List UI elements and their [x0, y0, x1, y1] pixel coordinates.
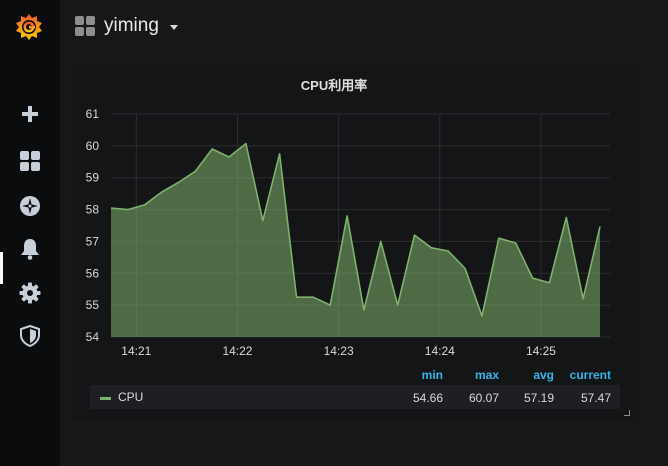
legend-header-avg[interactable]: avg — [520, 368, 554, 382]
legend-series-color[interactable] — [100, 397, 111, 400]
y-tick-label: 60 — [86, 139, 100, 153]
y-tick-label: 56 — [86, 266, 100, 280]
legend-value-max: 60.07 — [468, 391, 499, 405]
legend-header-min[interactable]: min — [408, 368, 443, 382]
x-tick-label: 14:22 — [222, 344, 252, 358]
x-tick-label: 14:21 — [121, 344, 151, 358]
legend-value-min: 54.66 — [412, 391, 443, 405]
legend-series-name[interactable]: CPU — [118, 390, 143, 404]
y-tick-label: 59 — [86, 171, 100, 185]
x-tick-label: 14:23 — [324, 344, 354, 358]
legend-value-current: 57.47 — [580, 391, 611, 405]
legend-header-current[interactable]: current — [565, 368, 611, 382]
legend-header-max[interactable]: max — [460, 368, 499, 382]
y-tick-label: 55 — [86, 298, 100, 312]
y-tick-label: 61 — [86, 107, 100, 121]
x-tick-label: 14:25 — [526, 344, 556, 358]
x-tick-label: 14:24 — [425, 344, 455, 358]
y-tick-label: 54 — [86, 330, 100, 344]
series-area-cpu — [111, 143, 600, 337]
legend-row: CPU 54.66 60.07 57.19 57.47 — [90, 385, 620, 409]
y-tick-label: 58 — [86, 203, 100, 217]
panel-resize-handle[interactable] — [624, 410, 630, 416]
legend-value-avg: 57.19 — [523, 391, 554, 405]
y-tick-label: 57 — [86, 234, 100, 248]
